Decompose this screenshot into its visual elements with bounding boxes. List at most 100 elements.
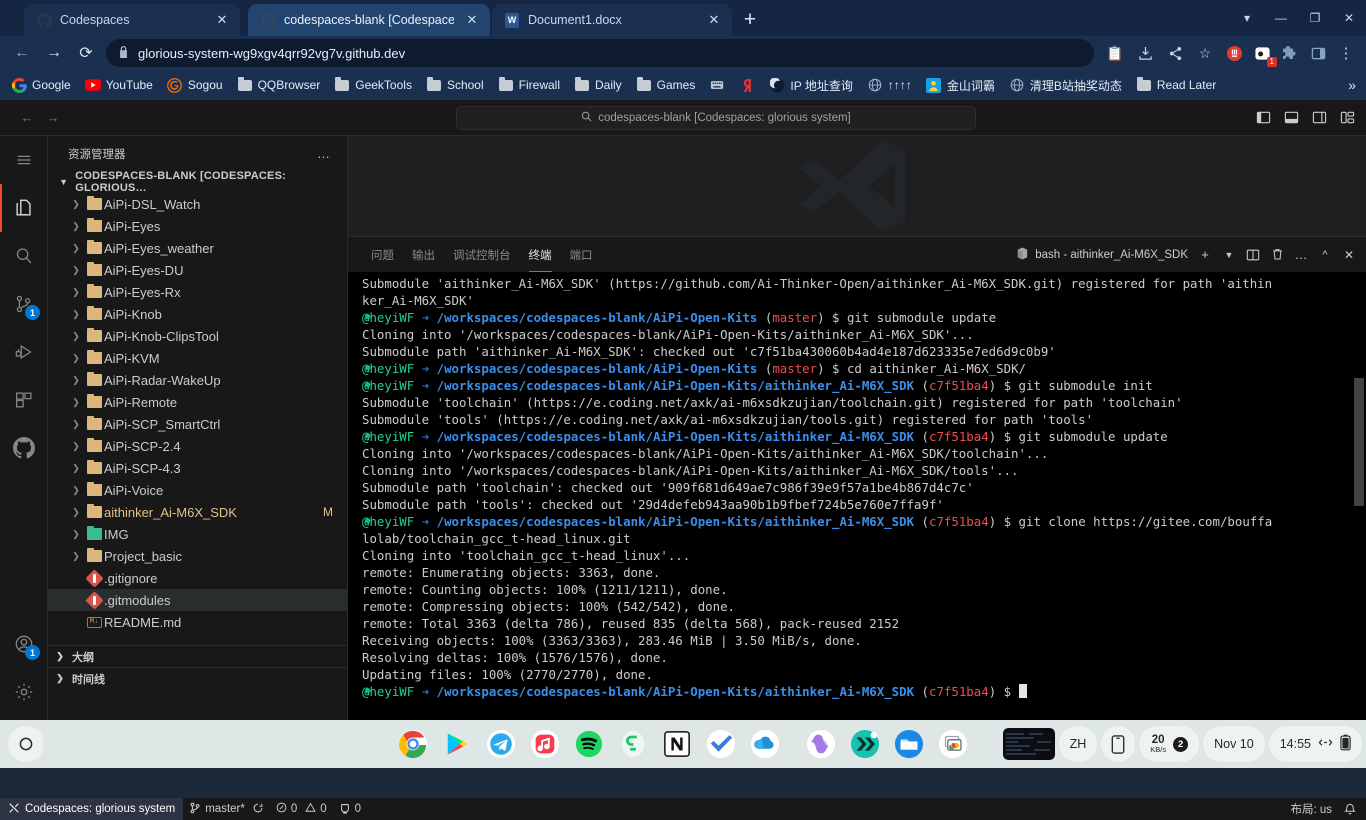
tree-row[interactable]: ❯ AiPi-Knob-ClipsTool — [48, 325, 347, 347]
sidepanel-icon[interactable] — [1304, 38, 1332, 68]
taskbar-app-file-explorer[interactable] — [891, 726, 927, 762]
activitybar-explorer[interactable] — [0, 184, 48, 232]
network-speed-indicator[interactable]: 20 KB/s 2 — [1139, 726, 1200, 762]
tree-row[interactable]: ❯ AiPi-SCP_SmartCtrl — [48, 413, 347, 435]
tree-row[interactable]: ❯ AiPi-KVM — [48, 347, 347, 369]
adblock-icon[interactable] — [1220, 38, 1248, 68]
taskbar-app-telegram[interactable] — [483, 726, 519, 762]
bookmark-item-12[interactable]: ↑↑↑↑ — [860, 75, 919, 95]
taskbar-app-onedrive[interactable] — [747, 726, 783, 762]
close-panel-icon[interactable]: ✕ — [1338, 244, 1360, 266]
activitybar-source-control[interactable]: 1 — [0, 280, 48, 328]
panel-tab-4[interactable]: 端口 — [561, 237, 602, 272]
bookmark-item-3[interactable]: QQBrowser — [230, 75, 328, 95]
tree-row[interactable]: ❯ AiPi-SCP-2.4 — [48, 435, 347, 457]
extension-badge-icon[interactable]: 1 — [1248, 38, 1277, 68]
tree-row[interactable]: ❯ IMG — [48, 523, 347, 545]
bookmark-item-4[interactable]: GeekTools — [327, 75, 419, 95]
panel-tab-2[interactable]: 调试控制台 — [444, 237, 520, 272]
menu-kebab-icon[interactable]: ⋮ — [1332, 38, 1360, 68]
taskbar-app-chrome[interactable] — [395, 726, 431, 762]
tree-row[interactable]: ❯ AiPi-Eyes_weather — [48, 237, 347, 259]
browser-tab-1[interactable]: codespaces-blank [Codespaces ✕ — [248, 4, 490, 36]
terminal-instance-name[interactable]: bash - aithinker_Ai-M6X_SDK — [1016, 247, 1192, 263]
taskbar-date[interactable]: Nov 10 — [1203, 726, 1265, 762]
status-remote-indicator[interactable]: Codespaces: glorious system — [0, 798, 184, 820]
tree-row[interactable]: ❯ AiPi-DSL_Watch — [48, 193, 347, 215]
activitybar-extensions[interactable] — [0, 376, 48, 424]
puzzle-icon[interactable] — [1276, 38, 1304, 68]
tree-row[interactable]: .gitignore — [48, 567, 347, 589]
tab-close-icon[interactable]: ✕ — [212, 10, 232, 30]
activitybar-settings[interactable] — [0, 668, 48, 716]
activitybar-search[interactable] — [0, 232, 48, 280]
tree-row[interactable]: ❯ AiPi-Eyes-DU — [48, 259, 347, 281]
toggle-primary-sidebar-icon[interactable] — [1250, 105, 1276, 131]
taskbar-app-google-play[interactable] — [439, 726, 475, 762]
panel-tab-3[interactable]: 终端 — [520, 237, 561, 272]
tree-row[interactable]: ❯ Project_basic — [48, 545, 347, 567]
bookmark-item-6[interactable]: Firewall — [491, 75, 567, 95]
bookmarks-overflow-button[interactable]: » — [1348, 77, 1362, 93]
bookmark-item-1[interactable]: YouTube — [78, 75, 160, 95]
bookmark-item-13[interactable]: 金山词霸 — [919, 75, 1002, 96]
clipboard-icon[interactable]: 📋 — [1100, 38, 1130, 68]
panel-tab-1[interactable]: 输出 — [403, 237, 444, 272]
taskbar-clock-tray[interactable]: 14:55 — [1268, 726, 1362, 762]
bookmark-item-14[interactable]: 清理B站抽奖动态 — [1002, 75, 1129, 96]
bookmark-item-7[interactable]: Daily — [567, 75, 629, 95]
tab-close-icon[interactable]: ✕ — [462, 10, 482, 30]
taskbar-app-gopeed[interactable] — [615, 726, 651, 762]
taskbar-app-quicker[interactable] — [847, 726, 883, 762]
taskbar-app-todoist[interactable] — [703, 726, 739, 762]
taskbar-app-copilot[interactable] — [803, 726, 839, 762]
command-center[interactable]: codespaces-blank [Codespaces: glorious s… — [456, 105, 976, 130]
battery-icon[interactable] — [1340, 734, 1351, 754]
status-problems[interactable]: 0 0 — [270, 798, 333, 820]
bookmark-item-9[interactable] — [702, 75, 732, 95]
status-keyboard-layout[interactable]: 布局: us — [1284, 798, 1338, 820]
tree-row[interactable]: ❯ AiPi-SCP-4.3 — [48, 457, 347, 479]
explorer-root-row[interactable]: ▼ CODESPACES-BLANK [CODESPACES: GLORIOUS… — [48, 170, 347, 194]
bookmark-item-10[interactable] — [732, 75, 762, 95]
customize-layout-icon[interactable] — [1334, 105, 1360, 131]
new-terminal-icon[interactable]: + — [1194, 244, 1216, 266]
reload-button[interactable]: ⟳ — [70, 38, 102, 68]
tree-row[interactable]: .gitmodules — [48, 589, 347, 611]
taskbar-app-screenshot-tool[interactable] — [935, 726, 971, 762]
tree-row[interactable]: ❯ AiPi-Knob — [48, 303, 347, 325]
bookmark-item-2[interactable]: Sogou — [160, 75, 230, 95]
taskbar-app-music[interactable] — [527, 726, 563, 762]
tree-row[interactable]: ❯ AiPi-Voice — [48, 479, 347, 501]
share-icon[interactable] — [1160, 38, 1190, 68]
back-button[interactable]: ← — [6, 38, 38, 68]
terminal-dropdown-icon[interactable]: ▼ — [1218, 244, 1240, 266]
bookmark-item-15[interactable]: Read Later — [1129, 75, 1223, 95]
status-ports[interactable]: 0 — [333, 798, 367, 820]
activitybar-github[interactable] — [0, 424, 48, 472]
kill-terminal-icon[interactable] — [1266, 244, 1288, 266]
download-icon[interactable] — [1130, 38, 1160, 68]
tree-row[interactable]: M↓ README.md — [48, 611, 347, 633]
bookmark-item-5[interactable]: School — [419, 75, 491, 95]
terminal-scrollbar[interactable] — [1354, 378, 1364, 506]
taskbar-app-spotify[interactable] — [571, 726, 607, 762]
sidebar-section-大纲[interactable]: ❯ 大纲 — [48, 645, 347, 667]
tree-row[interactable]: ❯ aithinker_Ai-M6X_SDK M — [48, 501, 347, 523]
tree-row[interactable]: ❯ AiPi-Eyes — [48, 215, 347, 237]
status-branch[interactable]: master* — [183, 798, 270, 820]
tab-close-icon[interactable]: ✕ — [704, 10, 724, 30]
terminal-output[interactable]: Submodule 'aithinker_Ai-M6X_SDK' (https:… — [348, 272, 1366, 721]
bookmark-item-11[interactable]: IP 地址查询 — [762, 75, 859, 96]
toggle-panel-icon[interactable] — [1278, 105, 1304, 131]
ime-indicator[interactable]: ZH — [1058, 726, 1098, 762]
bell-icon[interactable] — [1338, 798, 1366, 820]
vscode-back-button[interactable]: ← — [14, 105, 40, 131]
browser-tab-0[interactable]: Codespaces ✕ — [24, 4, 240, 36]
sidebar-more-actions-icon[interactable]: … — [317, 146, 339, 161]
bookmark-star-icon[interactable]: ☆ — [1190, 38, 1220, 68]
close-icon[interactable]: ✕ — [1332, 0, 1366, 36]
window-preview-thumbnail[interactable] — [1002, 728, 1055, 760]
restore-icon[interactable]: ❐ — [1298, 0, 1332, 36]
expand-tray-icon[interactable] — [1318, 736, 1333, 752]
